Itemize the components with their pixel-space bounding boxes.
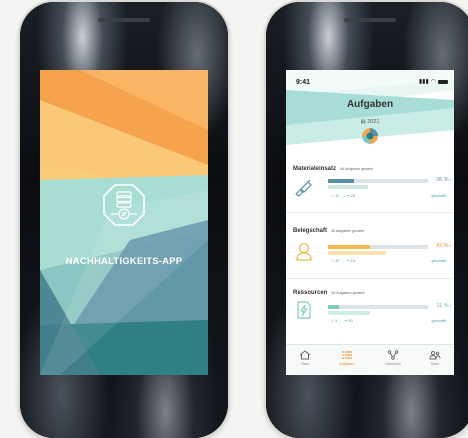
battery-icon [438,79,448,84]
tasks-screen: 9:41 ▮▮▮ ◠ Aufgaben ▤ 2021 Materialeinsa… [286,70,454,375]
avatar[interactable] [362,128,378,144]
page-title: Aufgaben [346,99,394,110]
network-icon [387,350,399,360]
progress-fill [328,179,354,183]
progress-fill [328,245,370,249]
year-label: 2021 [367,119,380,125]
progress-sub-bar [328,251,386,255]
progress-bar [328,245,428,249]
achieved-link[interactable]: geschafft [431,194,446,198]
section-title: Belegschaft 46 Aufgaben gesamt [293,228,364,234]
energy-document-icon [297,301,311,319]
tab-team[interactable]: Team [420,350,450,366]
tab-label: Start [301,362,309,366]
achieved-link[interactable]: geschafft [431,259,446,263]
person-icon [296,242,312,261]
section-title: Materialeinsatz 46 Aufgaben gesamt [293,166,373,172]
phone-frame-right: 9:41 ▮▮▮ ◠ Aufgaben ▤ 2021 Materialeinsa… [266,2,468,438]
status-time: 9:41 [296,79,311,86]
task-stats: ✓ 20 | ⤳ 16 [331,259,355,263]
status-icons: ▮▮▮ ◠ [419,78,448,85]
wifi-icon: ◠ [430,79,436,85]
task-section-materialeinsatz[interactable]: Materialeinsatz 46 Aufgaben gesamt 26 % ›… [286,166,454,226]
progress-sub-bar [328,185,368,189]
splash-screen: NACHHALTIGKEITS-APP [40,70,208,375]
tab-aufgaben[interactable]: Aufgaben [332,350,362,366]
section-title: Ressourcen 45 Aufgaben gesamt [293,290,365,296]
divider [286,212,454,213]
hand-brush-icon [295,179,312,197]
home-icon [299,350,311,360]
achieved-link[interactable]: geschafft [431,319,446,323]
tab-label: Übersicht [385,362,401,366]
progress-fill [328,305,339,309]
speaker-grille [98,18,150,22]
year-selector[interactable]: ▤ 2021 [286,119,454,125]
tab-label: Aufgaben [339,362,355,366]
tab-uebersicht[interactable]: Übersicht [378,350,408,366]
percent-label: 11 % › [436,303,452,309]
task-section-ressourcen[interactable]: Ressourcen 45 Aufgaben gesamt 11 % › ✓ 5 |… [286,290,454,350]
progress-bar [328,305,428,309]
task-section-belegschaft[interactable]: Belegschaft 46 Aufgaben gesamt 42 % › ✓ 2… [286,228,454,288]
percent-label: 26 % › [436,177,452,183]
tab-bar: Start Aufgaben Übersicht Team [286,344,454,375]
percent-label: 42 % › [436,243,452,249]
tab-label: Team [430,362,440,366]
app-title: NACHHALTIGKEITS-APP [65,256,183,267]
task-stats: ✓ 5 | ⤳ 20 [331,319,353,323]
tab-start[interactable]: Start [290,350,320,366]
task-stats: ✓ 12 | ⤳ 20 [331,194,355,198]
progress-bar [328,179,428,183]
progress-sub-bar [328,311,370,315]
speaker-grille [344,18,396,22]
divider [286,278,454,279]
list-icon [342,351,352,359]
phone-frame-left: NACHHALTIGKEITS-APP [20,2,228,438]
team-icon [429,350,441,360]
signal-icon: ▮▮▮ [418,79,429,85]
app-logo-icon [103,184,145,226]
